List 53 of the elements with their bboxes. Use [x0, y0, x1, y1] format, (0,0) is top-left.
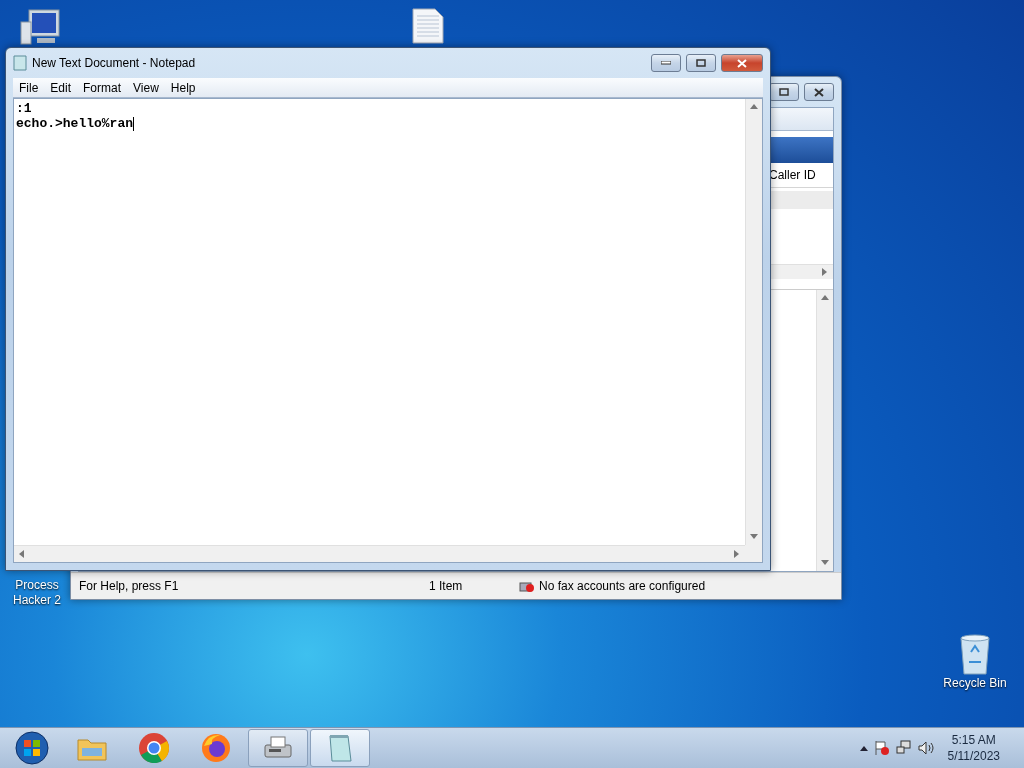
notepad-icon [326, 733, 354, 763]
chrome-icon [138, 732, 170, 764]
vertical-scrollbar[interactable] [816, 290, 833, 571]
horizontal-scrollbar[interactable] [769, 264, 833, 279]
desktop-icon-label[interactable]: Process Hacker 2 [6, 578, 68, 608]
close-icon [814, 87, 824, 97]
taskbar-button[interactable] [248, 729, 308, 767]
menu-item[interactable]: View [127, 80, 165, 95]
maximize-button[interactable] [686, 54, 716, 72]
text-line: echo.>hello%ran [16, 116, 136, 131]
flag-error-icon [873, 740, 890, 756]
scroll-down-icon[interactable] [821, 559, 829, 567]
fax-icon [263, 735, 293, 761]
document-icon[interactable] [411, 8, 445, 44]
scroll-down-icon[interactable] [750, 533, 758, 541]
window-title: New Text Document - Notepad [32, 56, 197, 70]
vertical-scrollbar[interactable] [745, 99, 762, 545]
desktop-icon-label[interactable]: Recycle Bin [943, 676, 1007, 691]
menu-item[interactable]: Edit [44, 80, 78, 95]
status-help-text: For Help, press F1 [79, 579, 180, 593]
windows-logo-icon [15, 731, 49, 765]
scroll-up-icon[interactable] [750, 103, 758, 111]
menu-item[interactable]: File [13, 80, 45, 95]
clock-date[interactable]: 5/11/2023 [947, 748, 1000, 764]
notepad-icon [13, 55, 27, 71]
minimize-icon [661, 61, 671, 65]
scroll-right-icon[interactable] [733, 550, 741, 558]
speaker-icon [917, 740, 934, 756]
text-line: :1 [16, 101, 33, 116]
up-arrow-icon [859, 745, 868, 751]
text-editor[interactable]: :1 echo.>hello%ran [13, 98, 763, 563]
fax-error-icon [519, 579, 535, 593]
status-fax-text: No fax accounts are configured [539, 579, 707, 593]
close-button[interactable] [804, 83, 834, 101]
restore-icon [779, 88, 789, 96]
status-item-count: 1 Item [429, 579, 464, 593]
menu-item[interactable]: Format [77, 80, 128, 95]
text-cursor [133, 116, 135, 131]
clock-time[interactable]: 5:15 AM [951, 732, 996, 748]
minimize-button[interactable] [651, 54, 681, 72]
restore-icon [696, 59, 706, 67]
taskbar-button[interactable] [310, 729, 370, 767]
maximize-button[interactable] [769, 83, 799, 101]
network-icon [895, 740, 912, 756]
firefox-icon [200, 732, 232, 764]
recycle-bin-icon[interactable] [957, 632, 993, 676]
close-icon [737, 58, 747, 68]
close-button[interactable] [721, 54, 763, 72]
scroll-right-icon[interactable] [821, 268, 829, 276]
scroll-up-icon[interactable] [821, 294, 829, 302]
scroll-left-icon[interactable] [18, 550, 26, 558]
horizontal-scrollbar[interactable] [14, 545, 745, 562]
menu-item[interactable]: Help [164, 80, 202, 95]
